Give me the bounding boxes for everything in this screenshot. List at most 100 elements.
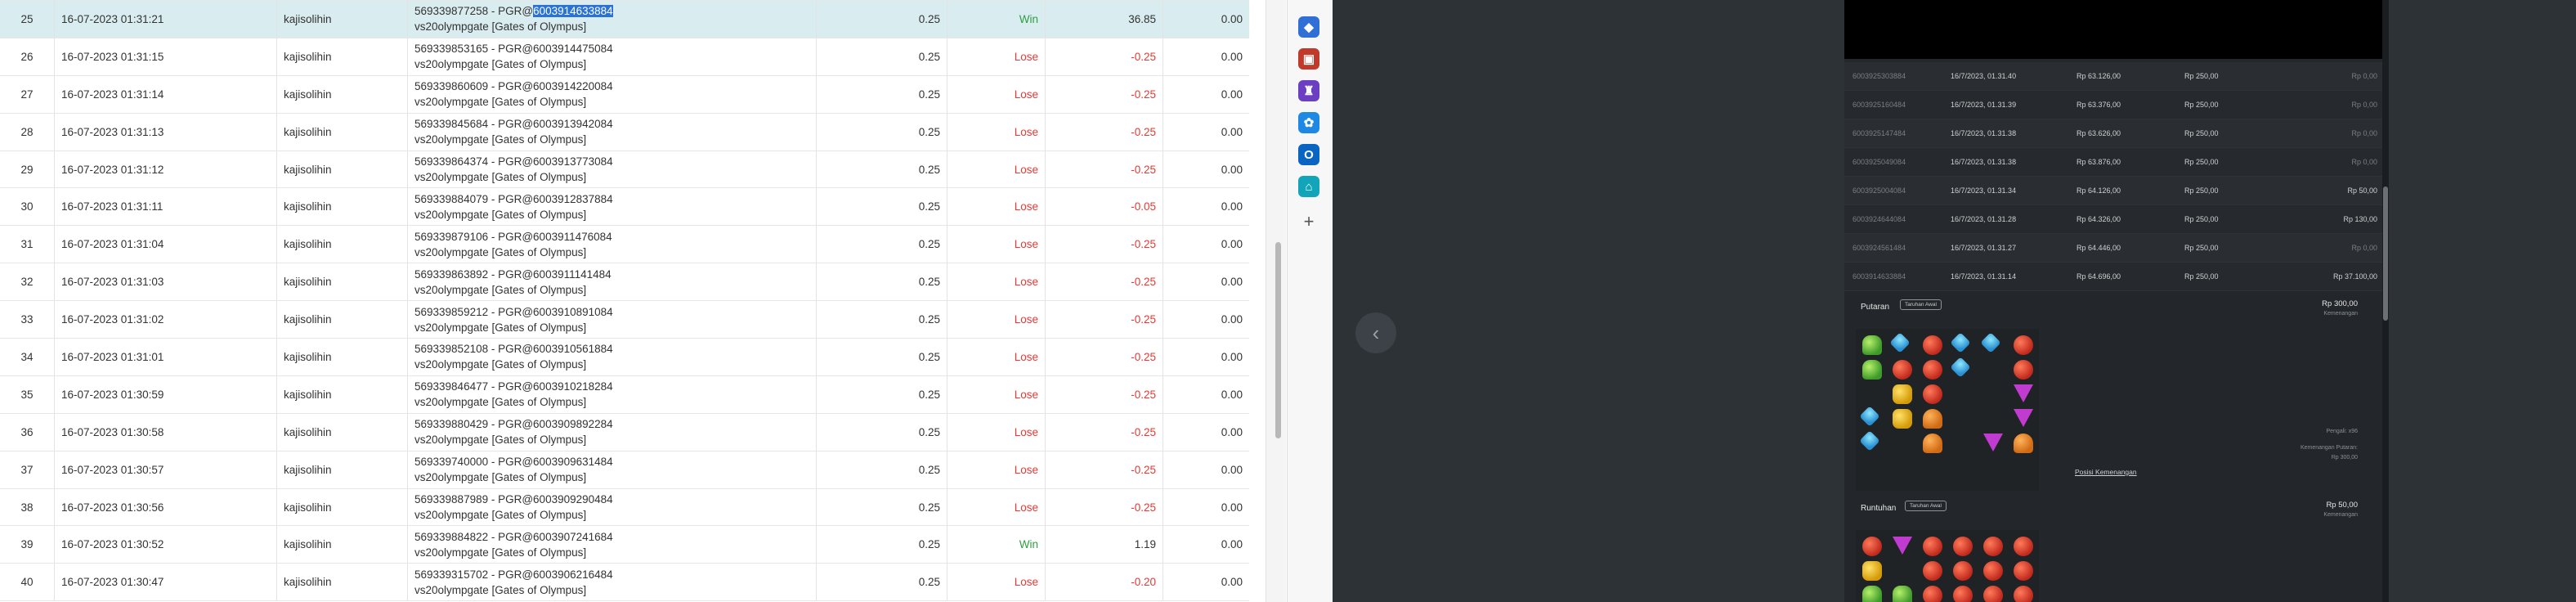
- tumble-badge: Taruhan Awal: [1905, 501, 1947, 511]
- game-history-panel: 6003925303884 16/7/2023, 01.31.40 Rp 63.12…: [1844, 0, 2389, 602]
- row-result: Lose: [947, 75, 1045, 113]
- row-description: 569339860609 - PGR@6003914220084 vs20olym…: [407, 75, 816, 113]
- row-bet: 0.25: [816, 375, 947, 413]
- row-description: 569339740000 - PGR@6003909631484 vs20olym…: [407, 451, 816, 488]
- gem-symbol: [1923, 384, 1942, 404]
- spin-id: 6003925004084: [1852, 186, 1906, 195]
- gem-symbol: [1889, 332, 1911, 353]
- row-winlose: -0.25: [1045, 375, 1163, 413]
- row-balance: 0.00: [1163, 488, 1249, 526]
- gem-symbol: [1923, 537, 1942, 556]
- spin-history-list: 6003925303884 16/7/2023, 01.31.40 Rp 63.12…: [1844, 62, 2389, 291]
- gem-symbol: [2014, 335, 2033, 355]
- table-row[interactable]: 29 16-07-2023 01:31:12 kajisolihin 56933986…: [0, 150, 1249, 189]
- table-row[interactable]: 33 16-07-2023 01:31:02 kajisolihin 56933985…: [0, 301, 1249, 339]
- row-username: kajisolihin: [276, 226, 407, 263]
- row-number: 38: [20, 501, 34, 514]
- gem-symbol: [1859, 430, 1880, 452]
- spin-history-row[interactable]: 6003925160484 16/7/2023, 01.31.39 Rp 63.37…: [1844, 91, 2389, 119]
- history-scrollbar-thumb[interactable]: [2383, 186, 2388, 321]
- spin-history-row[interactable]: 6003925147484 16/7/2023, 01.31.38 Rp 63.62…: [1844, 119, 2389, 148]
- row-username: kajisolihin: [276, 38, 407, 75]
- table-row[interactable]: 26 16-07-2023 01:31:15 kajisolihin 56933985…: [0, 38, 1249, 76]
- row-winlose: -0.25: [1045, 226, 1163, 263]
- spin-badge: Taruhan Awal: [1900, 299, 1942, 310]
- row-winlose: -0.25: [1045, 150, 1163, 188]
- table-row[interactable]: 38 16-07-2023 01:30:56 kajisolihin 56933988…: [0, 488, 1249, 527]
- spin-history-row[interactable]: 6003925049084 16/7/2023, 01.31.38 Rp 63.87…: [1844, 148, 2389, 177]
- spin-history-row[interactable]: 6003924644084 16/7/2023, 01.31.28 Rp 64.32…: [1844, 205, 2389, 234]
- gem-symbol: [2014, 434, 2033, 453]
- toolbox-icon[interactable]: ▣: [1298, 48, 1319, 70]
- table-row[interactable]: 37 16-07-2023 01:30:57 kajisolihin 56933974…: [0, 451, 1249, 489]
- table-row[interactable]: 31 16-07-2023 01:31:04 kajisolihin 56933987…: [0, 226, 1249, 264]
- bet-history-table-pane: 25 16-07-2023 01:31:21 kajisolihin 56933987…: [0, 0, 1249, 602]
- table-row[interactable]: 25 16-07-2023 01:31:21 kajisolihin 56933987…: [0, 1, 1249, 38]
- row-number: 26: [20, 50, 34, 63]
- table-row[interactable]: 35 16-07-2023 01:30:59 kajisolihin 56933984…: [0, 375, 1249, 414]
- table-row[interactable]: 36 16-07-2023 01:30:58 kajisolihin 56933988…: [0, 413, 1249, 452]
- table-scrollbar-thumb[interactable]: [1275, 242, 1281, 438]
- row-username: kajisolihin: [276, 150, 407, 188]
- spin-bet: Rp 250,00: [2184, 186, 2219, 195]
- row-balance: 0.00: [1163, 451, 1249, 488]
- row-balance: 0.00: [1163, 564, 1249, 601]
- spin-history-row[interactable]: 6003914633884 16/7/2023, 01.31.14 Rp 64.69…: [1844, 263, 2389, 291]
- row-winlose: -0.20: [1045, 564, 1163, 601]
- row-winlose: 36.85: [1045, 1, 1163, 38]
- row-description: 569339315702 - PGR@6003906216484 vs20olym…: [407, 564, 816, 601]
- row-description-line1: 569339884822 - PGR@6003907241684: [414, 529, 613, 545]
- gem-symbol: [1980, 332, 2001, 353]
- row-result: Lose: [947, 150, 1045, 188]
- spin-history-row[interactable]: 6003924561484 16/7/2023, 01.31.27 Rp 64.44…: [1844, 234, 2389, 263]
- row-date: 16-07-2023 01:31:13: [54, 113, 276, 150]
- chess-icon[interactable]: ♜: [1298, 80, 1319, 101]
- row-result: Lose: [947, 375, 1045, 413]
- tag-icon[interactable]: ◆: [1298, 16, 1319, 38]
- table-row[interactable]: 28 16-07-2023 01:31:13 kajisolihin 56933984…: [0, 113, 1249, 151]
- row-description-line2: vs20olympgate [Gates of Olympus]: [414, 96, 587, 109]
- row-winlose: -0.25: [1045, 263, 1163, 301]
- spin-balance: Rp 63.626,00: [2076, 129, 2121, 137]
- outlook-icon[interactable]: O: [1298, 144, 1319, 165]
- row-description-line1: 569339740000 - PGR@6003909631484: [414, 454, 613, 469]
- row-number: 36: [20, 425, 34, 438]
- transaction-id: 569339884822 - PGR@6003907241684: [414, 530, 613, 543]
- table-row[interactable]: 32 16-07-2023 01:31:03 kajisolihin 56933986…: [0, 263, 1249, 302]
- gem-symbol: [1862, 335, 1882, 355]
- row-winlose: -0.25: [1045, 75, 1163, 113]
- table-row[interactable]: 34 16-07-2023 01:31:01 kajisolihin 56933985…: [0, 339, 1249, 376]
- spin-win: Rp 0,00: [2351, 101, 2377, 109]
- row-date: 16-07-2023 01:31:15: [54, 38, 276, 75]
- row-username: kajisolihin: [276, 263, 407, 301]
- table-row[interactable]: 30 16-07-2023 01:31:11 kajisolihin 56933988…: [0, 188, 1249, 227]
- cart-icon[interactable]: ⌂: [1298, 176, 1319, 197]
- spin-id: 6003914633884: [1852, 272, 1906, 281]
- gem-symbol: [1983, 434, 2003, 452]
- win-position-link[interactable]: Posisi Kemenangan: [2075, 468, 2137, 476]
- row-winlose: -0.25: [1045, 38, 1163, 75]
- spin-history-row[interactable]: 6003925303884 16/7/2023, 01.31.40 Rp 63.12…: [1844, 62, 2389, 91]
- row-balance: 0.00: [1163, 150, 1249, 188]
- gem-symbol: [1953, 537, 1973, 556]
- row-number: 39: [20, 538, 34, 551]
- row-description-line1: 569339859212 - PGR@6003910891084: [414, 304, 613, 320]
- table-row[interactable]: 27 16-07-2023 01:31:14 kajisolihin 56933986…: [0, 75, 1249, 114]
- spin-history-row[interactable]: 6003925004084 16/7/2023, 01.31.34 Rp 64.12…: [1844, 177, 2389, 205]
- transaction-id: 569339852108 - PGR@6003910561884: [414, 343, 613, 356]
- row-description-line1: 569339879106 - PGR@6003911476084: [414, 229, 612, 245]
- back-arrow-button[interactable]: ‹: [1355, 312, 1396, 353]
- spin-balance: Rp 63.876,00: [2076, 158, 2121, 166]
- table-row[interactable]: 40 16-07-2023 01:30:47 kajisolihin 56933931…: [0, 564, 1249, 602]
- row-result: Lose: [947, 38, 1045, 75]
- row-bet: 0.25: [816, 150, 947, 188]
- spin-balance: Rp 63.376,00: [2076, 101, 2121, 109]
- row-username: kajisolihin: [276, 488, 407, 526]
- copilot-icon[interactable]: ✿: [1298, 112, 1319, 133]
- add-sidebar-app-button[interactable]: +: [1298, 211, 1319, 232]
- spin-detail-panel: Putaran Taruhan Awal Rp 300,00 Kemenanga…: [1844, 291, 2389, 491]
- gem-symbol: [1859, 406, 1880, 427]
- table-row[interactable]: 39 16-07-2023 01:30:52 kajisolihin 56933988…: [0, 526, 1249, 564]
- transaction-id: 569339880429 - PGR@6003909892284: [414, 418, 613, 431]
- transaction-id: 569339863892 - PGR@6003911141484: [414, 267, 612, 281]
